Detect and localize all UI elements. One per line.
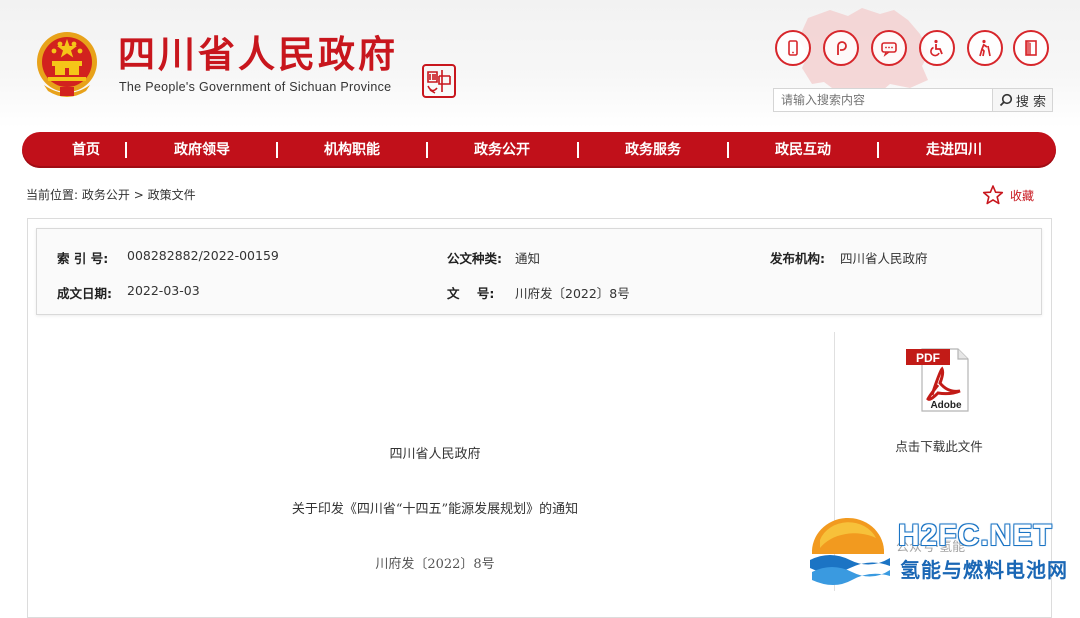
site-title[interactable]: 四川省人民政府 xyxy=(118,32,398,76)
nav-item-about-sichuan[interactable]: 走进四川 xyxy=(904,132,1004,168)
pdf-download-icon[interactable]: PDF Adobe xyxy=(904,343,976,415)
type-label: 公文种类: xyxy=(447,251,502,266)
nav-item-home[interactable]: 首页 xyxy=(36,132,136,168)
document-issuer: 四川省人民政府 xyxy=(389,447,481,462)
breadcrumb: 当前位置: 政务公开 > 政策文件 xyxy=(26,186,196,203)
weibo-button[interactable] xyxy=(823,30,859,66)
breadcrumb-item-government-affairs[interactable]: 政务公开 xyxy=(82,188,130,202)
nav-item-government-affairs[interactable]: 政务公开 xyxy=(452,132,552,168)
search-button-label: 搜 索 xyxy=(1015,94,1047,110)
nav-item-leaders[interactable]: 政府领导 xyxy=(152,132,252,168)
elderly-icon xyxy=(979,39,991,57)
breadcrumb-separator: > xyxy=(133,188,144,202)
document-number: 川府发〔2022〕8号 xyxy=(375,557,495,572)
index-label: 索 引 号: xyxy=(57,251,109,266)
favorite-label: 收藏 xyxy=(1010,188,1035,203)
document-title: 关于印发《四川省“十四五”能源发展规划》的通知 xyxy=(291,502,579,517)
nav-item-interaction[interactable]: 政民互动 xyxy=(753,132,853,168)
main-nav: 首页 政府领导 机构职能 政务公开 政务服务 政民互动 走进四川 xyxy=(22,132,1056,168)
mobile-button[interactable] xyxy=(775,30,811,66)
exit-icon xyxy=(1025,40,1037,56)
elderly-mode-button[interactable] xyxy=(967,30,1003,66)
index-value: 008282882/2022-00159 xyxy=(127,248,279,263)
wheelchair-icon xyxy=(930,39,943,57)
nav-separator xyxy=(577,142,579,158)
exit-button[interactable] xyxy=(1013,30,1049,66)
mobile-icon xyxy=(788,40,798,56)
sichuan-map-decoration xyxy=(798,8,930,96)
search-input[interactable] xyxy=(773,88,993,112)
chat-button[interactable] xyxy=(871,30,907,66)
docno-label: 文 号: xyxy=(447,286,495,301)
nav-separator xyxy=(426,142,428,158)
publisher-label: 发布机构: xyxy=(770,251,825,266)
favorite-button[interactable]: 收藏 xyxy=(982,184,1034,206)
star-icon xyxy=(982,185,1004,205)
docno-value: 川府发〔2022〕8号 xyxy=(515,286,630,301)
chat-icon xyxy=(881,42,897,57)
document-metadata: 索 引 号: 008282882/2022-00159 公文种类: 通知 发布机… xyxy=(36,228,1042,315)
type-value: 通知 xyxy=(515,251,541,266)
search-icon xyxy=(999,93,1013,107)
watermark-logo-icon xyxy=(810,517,890,585)
nav-separator xyxy=(877,142,879,158)
watermark: 公众号·氢能 H2FC.NET 氢能与燃料电池网 xyxy=(806,512,1076,588)
weibo-icon xyxy=(837,41,847,55)
site-subtitle: The People's Government of Sichuan Provi… xyxy=(119,80,392,94)
site-header: 四川省人民政府 The People's Government of Sichu… xyxy=(0,0,1080,128)
seal-logo-icon xyxy=(422,64,456,98)
download-link[interactable]: 点击下载此文件 xyxy=(880,436,998,455)
nav-item-institutions[interactable]: 机构职能 xyxy=(302,132,402,168)
breadcrumb-prefix: 当前位置: xyxy=(26,188,79,202)
watermark-en: H2FC.NET xyxy=(898,519,1053,552)
accessibility-button[interactable] xyxy=(919,30,955,66)
national-emblem-icon xyxy=(37,32,97,97)
adobe-label: Adobe xyxy=(930,400,962,411)
watermark-cn: 氢能与燃料电池网 xyxy=(900,558,1068,582)
nav-item-services[interactable]: 政务服务 xyxy=(603,132,703,168)
breadcrumb-item-policy-docs[interactable]: 政策文件 xyxy=(148,188,196,202)
publisher-value: 四川省人民政府 xyxy=(840,251,928,266)
date-label: 成文日期: xyxy=(57,286,112,301)
nav-separator xyxy=(727,142,729,158)
nav-separator xyxy=(276,142,278,158)
search-button[interactable]: 搜 索 xyxy=(993,88,1053,112)
date-value: 2022-03-03 xyxy=(127,283,200,298)
nav-separator xyxy=(125,142,127,158)
pdf-label: PDF xyxy=(916,351,940,365)
